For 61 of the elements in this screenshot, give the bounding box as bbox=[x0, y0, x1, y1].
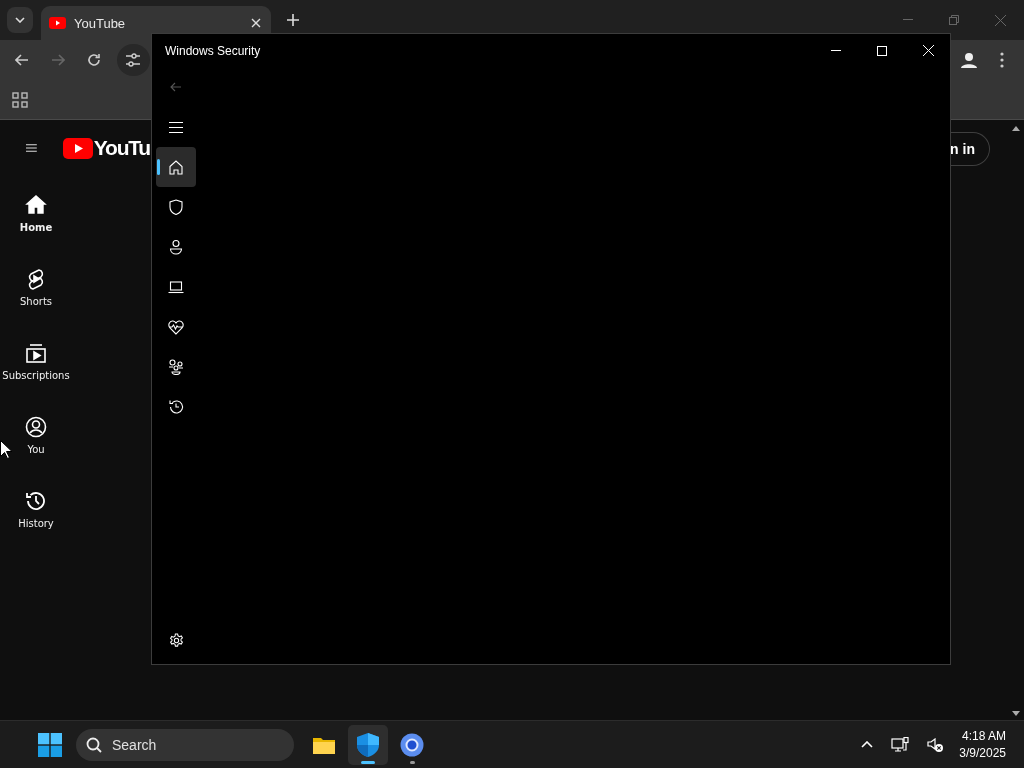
address-bar[interactable] bbox=[117, 44, 150, 76]
clock-time[interactable]: 4:18 AM bbox=[961, 727, 1006, 745]
speaker-muted-icon[interactable] bbox=[927, 737, 944, 752]
sign-in-button[interactable]: n in bbox=[950, 132, 990, 166]
nav-item[interactable] bbox=[156, 147, 196, 187]
clock-date[interactable]: 3/9/2025 bbox=[959, 744, 1006, 762]
subscriptions-icon bbox=[25, 341, 47, 364]
browser-icon bbox=[400, 732, 424, 757]
more-icon[interactable] bbox=[1000, 52, 1004, 68]
sidebar-item[interactable]: Subscriptions bbox=[0, 324, 72, 398]
window-title: Windows Security bbox=[165, 43, 261, 58]
scroll-down-icon[interactable] bbox=[1012, 711, 1020, 716]
start-icon[interactable] bbox=[38, 732, 62, 757]
sidebar-label: Home bbox=[19, 221, 53, 233]
history-icon bbox=[25, 489, 47, 512]
family-icon bbox=[168, 359, 184, 375]
shield-icon bbox=[357, 732, 379, 757]
minimize-icon[interactable] bbox=[903, 19, 913, 21]
settings-icon bbox=[168, 632, 184, 648]
chevron-up-icon[interactable] bbox=[861, 741, 874, 748]
person-icon bbox=[25, 415, 47, 438]
youtube-logo-icon bbox=[49, 17, 66, 29]
sidebar-item[interactable]: You bbox=[0, 398, 72, 472]
maximize-icon[interactable] bbox=[877, 45, 887, 56]
restore-icon[interactable] bbox=[949, 15, 959, 25]
scroll-up-icon[interactable] bbox=[1012, 126, 1020, 131]
browser-tab[interactable]: YouTube bbox=[41, 6, 271, 40]
sidebar-label: You bbox=[27, 443, 45, 455]
cursor-icon bbox=[0, 440, 12, 459]
chevron-down-icon bbox=[15, 17, 25, 23]
back-icon[interactable] bbox=[15, 54, 29, 66]
sidebar-item[interactable]: Shorts bbox=[0, 250, 72, 324]
tab-search-button[interactable] bbox=[7, 7, 33, 33]
play-logo-icon[interactable] bbox=[62, 137, 93, 159]
menu-icon[interactable] bbox=[26, 141, 37, 155]
search-icon bbox=[86, 736, 102, 753]
person-icon bbox=[168, 239, 184, 255]
reload-icon[interactable] bbox=[87, 53, 101, 67]
back-icon bbox=[170, 82, 182, 92]
new-tab-icon[interactable] bbox=[287, 14, 299, 26]
taskbar-app[interactable] bbox=[348, 724, 388, 765]
profile-icon[interactable] bbox=[960, 51, 978, 69]
sidebar-label: Shorts bbox=[19, 295, 52, 307]
laptop-icon bbox=[168, 279, 184, 295]
apps-grid-icon[interactable] bbox=[12, 91, 28, 108]
heart-pulse-icon bbox=[168, 319, 184, 335]
tab-title: YouTube bbox=[74, 15, 127, 31]
logo-text[interactable]: YouTu bbox=[93, 136, 150, 160]
sidebar-item[interactable]: Home bbox=[0, 176, 72, 250]
network-icon[interactable] bbox=[891, 736, 910, 753]
home-icon bbox=[168, 159, 184, 175]
menu-icon bbox=[169, 121, 183, 133]
sidebar-label: History bbox=[18, 517, 54, 529]
sidebar-item[interactable]: History bbox=[0, 472, 72, 546]
history-icon bbox=[168, 399, 184, 415]
search-field[interactable]: Search bbox=[76, 728, 294, 761]
home-icon bbox=[25, 193, 47, 216]
folder-icon bbox=[313, 735, 335, 754]
shield-icon bbox=[168, 199, 184, 215]
sidebar-label: Subscriptions bbox=[2, 369, 70, 381]
tune-icon bbox=[125, 53, 141, 67]
